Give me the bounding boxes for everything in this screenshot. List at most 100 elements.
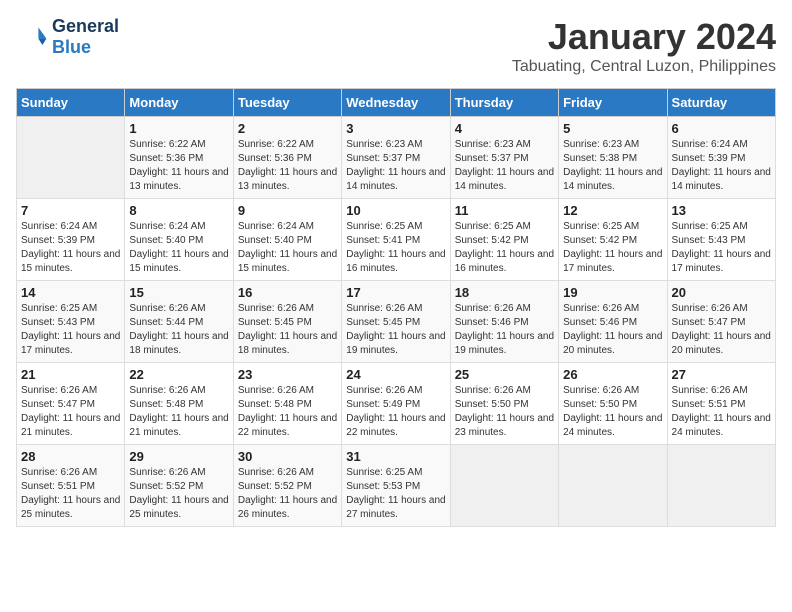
day-number: 25 [455, 367, 554, 382]
calendar-cell: 27 Sunrise: 6:26 AMSunset: 5:51 PMDayligh… [667, 363, 775, 445]
calendar-cell: 6 Sunrise: 6:24 AMSunset: 5:39 PMDaylight… [667, 117, 775, 199]
day-number: 31 [346, 449, 445, 464]
day-info: Sunrise: 6:26 AMSunset: 5:44 PMDaylight:… [129, 302, 228, 358]
calendar-cell: 25 Sunrise: 6:26 AMSunset: 5:50 PMDayligh… [450, 363, 558, 445]
calendar-cell: 2Sunrise: 6:22 AMSunset: 5:36 PMDaylight… [233, 117, 341, 199]
day-info: Sunrise: 6:26 AMSunset: 5:46 PMDaylight:… [455, 302, 554, 358]
logo-text: General Blue [52, 16, 119, 58]
logo: General Blue [16, 16, 119, 58]
day-number: 24 [346, 367, 445, 382]
logo-icon [16, 21, 48, 53]
calendar-cell: 5Sunrise: 6:23 AMSunset: 5:38 PMDaylight… [559, 117, 667, 199]
day-number: 16 [238, 285, 337, 300]
day-info: Sunrise: 6:23 AMSunset: 5:37 PMDaylight:… [455, 138, 554, 194]
day-info: Sunrise: 6:25 AMSunset: 5:42 PMDaylight:… [455, 220, 554, 276]
day-info: Sunrise: 6:25 AMSunset: 5:53 PMDaylight:… [346, 466, 445, 522]
day-info: Sunrise: 6:26 AMSunset: 5:45 PMDaylight:… [346, 302, 445, 358]
weekday-header: Thursday [450, 89, 558, 117]
weekday-header: Saturday [667, 89, 775, 117]
weekday-header: Friday [559, 89, 667, 117]
day-info: Sunrise: 6:26 AMSunset: 5:47 PMDaylight:… [672, 302, 771, 358]
calendar-cell: 21 Sunrise: 6:26 AMSunset: 5:47 PMDayligh… [17, 363, 125, 445]
calendar-cell: 22 Sunrise: 6:26 AMSunset: 5:48 PMDayligh… [125, 363, 233, 445]
calendar-week-row: 28 Sunrise: 6:26 AMSunset: 5:51 PMDayligh… [17, 445, 776, 527]
day-number: 28 [21, 449, 120, 464]
day-number: 15 [129, 285, 228, 300]
day-info: Sunrise: 6:22 AMSunset: 5:36 PMDaylight:… [129, 138, 228, 194]
subtitle: Tabuating, Central Luzon, Philippines [512, 58, 776, 76]
day-number: 21 [21, 367, 120, 382]
day-info: Sunrise: 6:24 AMSunset: 5:40 PMDaylight:… [129, 220, 228, 276]
calendar-week-row: 21 Sunrise: 6:26 AMSunset: 5:47 PMDayligh… [17, 363, 776, 445]
day-info: Sunrise: 6:25 AMSunset: 5:43 PMDaylight:… [672, 220, 771, 276]
calendar-cell: 26 Sunrise: 6:26 AMSunset: 5:50 PMDayligh… [559, 363, 667, 445]
day-number: 6 [672, 121, 771, 136]
day-info: Sunrise: 6:26 AMSunset: 5:45 PMDaylight:… [238, 302, 337, 358]
day-info: Sunrise: 6:22 AMSunset: 5:36 PMDaylight:… [238, 138, 337, 194]
day-info: Sunrise: 6:23 AMSunset: 5:37 PMDaylight:… [346, 138, 445, 194]
day-number: 23 [238, 367, 337, 382]
weekday-header: Wednesday [342, 89, 450, 117]
calendar-cell: 29 Sunrise: 6:26 AMSunset: 5:52 PMDayligh… [125, 445, 233, 527]
day-info: Sunrise: 6:26 AMSunset: 5:48 PMDaylight:… [238, 384, 337, 440]
calendar-cell: 4 Sunrise: 6:23 AMSunset: 5:37 PMDaylight… [450, 117, 558, 199]
day-info: Sunrise: 6:24 AMSunset: 5:40 PMDaylight:… [238, 220, 337, 276]
day-number: 13 [672, 203, 771, 218]
day-number: 11 [455, 203, 554, 218]
day-number: 8 [129, 203, 228, 218]
day-number: 27 [672, 367, 771, 382]
day-number: 10 [346, 203, 445, 218]
day-number: 9 [238, 203, 337, 218]
day-info: Sunrise: 6:26 AMSunset: 5:48 PMDaylight:… [129, 384, 228, 440]
day-info: Sunrise: 6:26 AMSunset: 5:50 PMDaylight:… [563, 384, 662, 440]
calendar-week-row: 14Sunrise: 6:25 AMSunset: 5:43 PMDayligh… [17, 281, 776, 363]
calendar-cell [559, 445, 667, 527]
day-number: 20 [672, 285, 771, 300]
day-info: Sunrise: 6:26 AMSunset: 5:51 PMDaylight:… [21, 466, 120, 522]
day-info: Sunrise: 6:26 AMSunset: 5:52 PMDaylight:… [129, 466, 228, 522]
calendar-cell: 7 Sunrise: 6:24 AMSunset: 5:39 PMDaylight… [17, 199, 125, 281]
calendar-cell: 24 Sunrise: 6:26 AMSunset: 5:49 PMDayligh… [342, 363, 450, 445]
day-number: 4 [455, 121, 554, 136]
calendar-cell: 13 Sunrise: 6:25 AMSunset: 5:43 PMDayligh… [667, 199, 775, 281]
main-title: January 2024 [512, 16, 776, 58]
day-number: 29 [129, 449, 228, 464]
day-info: Sunrise: 6:24 AMSunset: 5:39 PMDaylight:… [21, 220, 120, 276]
day-number: 30 [238, 449, 337, 464]
day-number: 1 [129, 121, 228, 136]
calendar-cell [17, 117, 125, 199]
page-header: General Blue January 2024 Tabuating, Cen… [16, 16, 776, 76]
day-info: Sunrise: 6:26 AMSunset: 5:49 PMDaylight:… [346, 384, 445, 440]
weekday-header: Monday [125, 89, 233, 117]
weekday-header: Tuesday [233, 89, 341, 117]
day-info: Sunrise: 6:26 AMSunset: 5:52 PMDaylight:… [238, 466, 337, 522]
day-info: Sunrise: 6:26 AMSunset: 5:51 PMDaylight:… [672, 384, 771, 440]
day-info: Sunrise: 6:25 AMSunset: 5:43 PMDaylight:… [21, 302, 120, 358]
weekday-header: Sunday [17, 89, 125, 117]
calendar-cell: 30 Sunrise: 6:26 AMSunset: 5:52 PMDayligh… [233, 445, 341, 527]
calendar-cell: 18Sunrise: 6:26 AMSunset: 5:46 PMDayligh… [450, 281, 558, 363]
day-info: Sunrise: 6:24 AMSunset: 5:39 PMDaylight:… [672, 138, 771, 194]
calendar-cell: 16 Sunrise: 6:26 AMSunset: 5:45 PMDayligh… [233, 281, 341, 363]
day-number: 19 [563, 285, 662, 300]
day-info: Sunrise: 6:26 AMSunset: 5:47 PMDaylight:… [21, 384, 120, 440]
day-number: 3 [346, 121, 445, 136]
calendar-cell: 31 Sunrise: 6:25 AMSunset: 5:53 PMDayligh… [342, 445, 450, 527]
calendar-cell [450, 445, 558, 527]
title-section: January 2024 Tabuating, Central Luzon, P… [512, 16, 776, 76]
day-info: Sunrise: 6:26 AMSunset: 5:50 PMDaylight:… [455, 384, 554, 440]
weekday-header-row: SundayMondayTuesdayWednesdayThursdayFrid… [17, 89, 776, 117]
day-number: 22 [129, 367, 228, 382]
day-number: 7 [21, 203, 120, 218]
day-number: 17 [346, 285, 445, 300]
calendar-cell: 3 Sunrise: 6:23 AMSunset: 5:37 PMDaylight… [342, 117, 450, 199]
calendar-week-row: 1 Sunrise: 6:22 AMSunset: 5:36 PMDaylight… [17, 117, 776, 199]
calendar-cell: 28 Sunrise: 6:26 AMSunset: 5:51 PMDayligh… [17, 445, 125, 527]
calendar-cell: 10Sunrise: 6:25 AMSunset: 5:41 PMDayligh… [342, 199, 450, 281]
calendar-cell: 23 Sunrise: 6:26 AMSunset: 5:48 PMDayligh… [233, 363, 341, 445]
day-number: 26 [563, 367, 662, 382]
day-info: Sunrise: 6:26 AMSunset: 5:46 PMDaylight:… [563, 302, 662, 358]
calendar-cell: 14Sunrise: 6:25 AMSunset: 5:43 PMDayligh… [17, 281, 125, 363]
calendar-cell: 1 Sunrise: 6:22 AMSunset: 5:36 PMDaylight… [125, 117, 233, 199]
calendar-table: SundayMondayTuesdayWednesdayThursdayFrid… [16, 88, 776, 527]
